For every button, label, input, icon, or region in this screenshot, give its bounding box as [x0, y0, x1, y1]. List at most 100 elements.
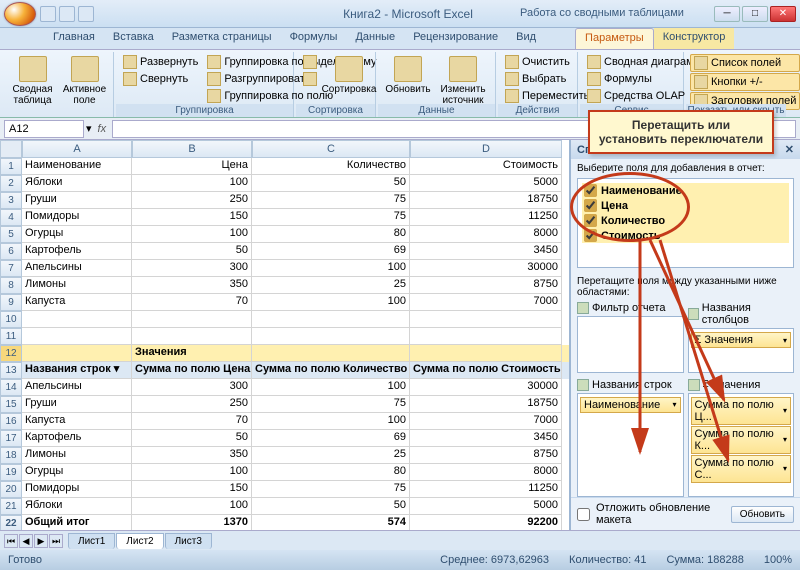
cell[interactable]: 75: [252, 481, 410, 498]
value-item[interactable]: Сумма по полю С...▾: [691, 455, 792, 483]
tab-home[interactable]: Главная: [44, 28, 104, 49]
tab-formulas[interactable]: Формулы: [281, 28, 347, 49]
cell[interactable]: Названия строк ▾: [22, 362, 132, 379]
cell[interactable]: 100: [252, 260, 410, 277]
expand-button[interactable]: Развернуть: [120, 54, 201, 70]
cell[interactable]: 11250: [410, 481, 562, 498]
cell[interactable]: Помидоры: [22, 209, 132, 226]
col-header-d[interactable]: D: [410, 140, 562, 158]
cell[interactable]: 30000: [410, 379, 562, 396]
cell[interactable]: Огурцы: [22, 226, 132, 243]
row-header[interactable]: 5: [0, 226, 22, 243]
cell[interactable]: [132, 311, 252, 328]
col-header-b[interactable]: B: [132, 140, 252, 158]
cell[interactable]: Яблоки: [22, 498, 132, 515]
cell[interactable]: Стоимость: [410, 158, 562, 175]
sort-za-button[interactable]: [300, 71, 320, 87]
row-header[interactable]: 13: [0, 362, 22, 379]
cell[interactable]: 100: [252, 413, 410, 430]
cell[interactable]: 1370: [132, 515, 252, 530]
col-header-c[interactable]: C: [252, 140, 410, 158]
active-field-button[interactable]: Активное поле: [60, 54, 109, 115]
cell[interactable]: 150: [132, 209, 252, 226]
cell[interactable]: Лимоны: [22, 447, 132, 464]
col-item[interactable]: Σ Значения▾: [691, 332, 792, 348]
cell[interactable]: Апельсины: [22, 379, 132, 396]
tab-page-layout[interactable]: Разметка страницы: [163, 28, 281, 49]
cell[interactable]: 75: [252, 209, 410, 226]
cell[interactable]: Картофель: [22, 243, 132, 260]
cell[interactable]: Апельсины: [22, 260, 132, 277]
dz-filter[interactable]: Фильтр отчета: [577, 300, 684, 373]
fx-icon[interactable]: fx: [94, 123, 111, 135]
cell[interactable]: Количество: [252, 158, 410, 175]
row-header[interactable]: 11: [0, 328, 22, 345]
name-box-dropdown-icon[interactable]: ▾: [86, 122, 92, 135]
select-all-corner[interactable]: [0, 140, 22, 158]
row-header[interactable]: 21: [0, 498, 22, 515]
cell[interactable]: [22, 328, 132, 345]
cell[interactable]: Сумма по полю Количество: [252, 362, 410, 379]
cell[interactable]: 50: [252, 498, 410, 515]
sheet-tab-1[interactable]: Лист1: [68, 533, 115, 549]
clear-button[interactable]: Очистить: [502, 54, 592, 70]
cell[interactable]: 8000: [410, 226, 562, 243]
redo-icon[interactable]: [78, 6, 94, 22]
cell[interactable]: 8750: [410, 277, 562, 294]
cell[interactable]: Помидоры: [22, 481, 132, 498]
tab-pivot-design[interactable]: Конструктор: [654, 28, 735, 49]
cell[interactable]: Огурцы: [22, 464, 132, 481]
update-button[interactable]: Обновить: [731, 506, 794, 523]
cell[interactable]: Общий итог: [22, 515, 132, 530]
dz-values[interactable]: Σ Значения Сумма по полю Ц...▾Сумма по п…: [688, 377, 795, 498]
cell[interactable]: 150: [132, 481, 252, 498]
cell[interactable]: Яблоки: [22, 175, 132, 192]
cell[interactable]: 100: [132, 464, 252, 481]
row-item[interactable]: Наименование▾: [580, 397, 681, 413]
cell[interactable]: Груши: [22, 192, 132, 209]
row-header[interactable]: 16: [0, 413, 22, 430]
tab-nav-first-icon[interactable]: ⏮: [4, 534, 18, 548]
dz-rows[interactable]: Названия строк Наименование▾: [577, 377, 684, 498]
cell[interactable]: [132, 328, 252, 345]
row-header[interactable]: 17: [0, 430, 22, 447]
move-button[interactable]: Переместить: [502, 88, 592, 104]
cell[interactable]: [410, 328, 562, 345]
cell[interactable]: 69: [252, 243, 410, 260]
row-header[interactable]: 14: [0, 379, 22, 396]
tab-nav-last-icon[interactable]: ⏭: [49, 534, 63, 548]
row-header[interactable]: 3: [0, 192, 22, 209]
cell[interactable]: 350: [132, 277, 252, 294]
cell[interactable]: [410, 345, 562, 362]
cell[interactable]: Сумма по полю Стоимость: [410, 362, 562, 379]
collapse-button[interactable]: Свернуть: [120, 71, 201, 87]
cell[interactable]: 18750: [410, 192, 562, 209]
cell[interactable]: Сумма по полю Цена: [132, 362, 252, 379]
cell[interactable]: Цена: [132, 158, 252, 175]
col-header-a[interactable]: A: [22, 140, 132, 158]
cell[interactable]: 100: [132, 226, 252, 243]
cell[interactable]: 7000: [410, 413, 562, 430]
cell[interactable]: 30000: [410, 260, 562, 277]
cell[interactable]: 75: [252, 396, 410, 413]
tab-pivot-options[interactable]: Параметры: [575, 28, 654, 49]
field-list-button[interactable]: Список полей: [690, 54, 800, 72]
minimize-button[interactable]: ─: [714, 6, 740, 22]
name-box[interactable]: [4, 120, 84, 138]
cell[interactable]: 350: [132, 447, 252, 464]
cell[interactable]: [252, 311, 410, 328]
cell[interactable]: 300: [132, 260, 252, 277]
cell[interactable]: 100: [132, 498, 252, 515]
field-item[interactable]: Стоимость: [582, 228, 789, 243]
value-item[interactable]: Сумма по полю Ц...▾: [691, 397, 792, 425]
row-header[interactable]: 8: [0, 277, 22, 294]
tab-nav-prev-icon[interactable]: ◀: [19, 534, 33, 548]
cell[interactable]: Груши: [22, 396, 132, 413]
cell[interactable]: 7000: [410, 294, 562, 311]
cell[interactable]: Лимоны: [22, 277, 132, 294]
row-header[interactable]: 18: [0, 447, 22, 464]
office-button[interactable]: [4, 2, 36, 26]
cell[interactable]: Капуста: [22, 413, 132, 430]
cell[interactable]: 250: [132, 396, 252, 413]
tab-review[interactable]: Рецензирование: [404, 28, 507, 49]
